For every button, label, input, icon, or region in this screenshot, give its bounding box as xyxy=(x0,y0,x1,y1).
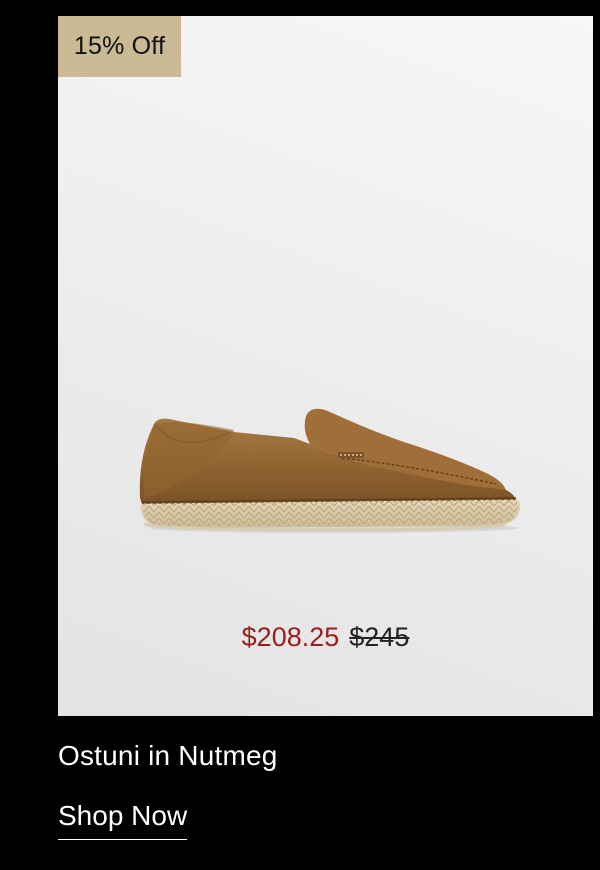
price-row: $208.25 $245 xyxy=(58,619,593,655)
sale-price: $208.25 xyxy=(241,622,340,652)
original-price: $245 xyxy=(349,622,410,652)
espadrille-loafer-image[interactable] xyxy=(134,386,524,536)
shop-now-link[interactable]: Shop Now xyxy=(58,797,188,840)
product-name[interactable]: Ostuni in Nutmeg xyxy=(58,736,278,776)
product-card[interactable]: 15% Off $208.25 $245 xyxy=(58,16,593,716)
discount-badge: 15% Off xyxy=(58,16,181,77)
